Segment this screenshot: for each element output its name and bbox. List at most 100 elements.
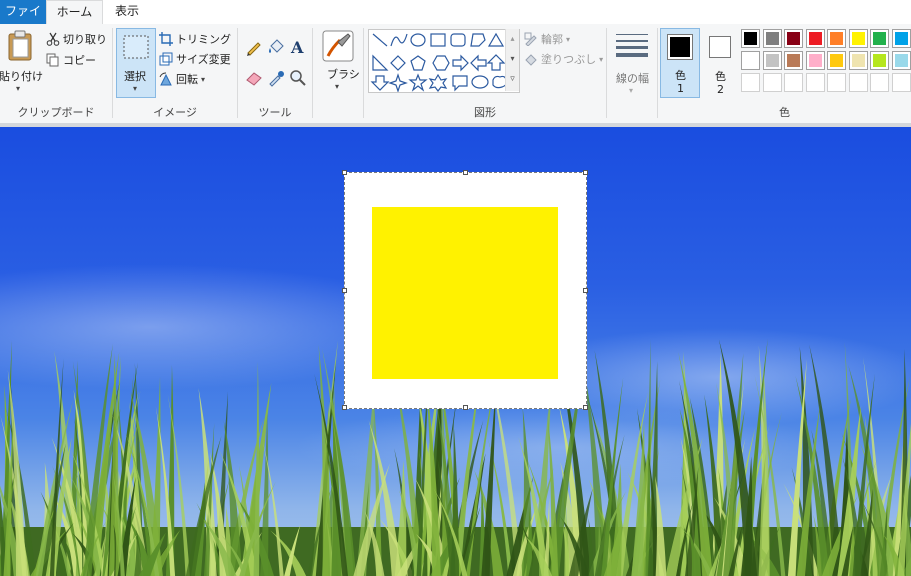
size-label: 線の幅 bbox=[616, 72, 649, 85]
resize-icon bbox=[159, 52, 173, 66]
select-button[interactable]: 選択 ▾ bbox=[116, 28, 156, 98]
yellow-rectangle[interactable] bbox=[372, 207, 558, 379]
palette-swatch[interactable] bbox=[848, 51, 868, 70]
size-dropdown-icon[interactable]: ▾ bbox=[629, 86, 633, 95]
palette-swatch[interactable] bbox=[784, 51, 803, 70]
image-group-label: イメージ bbox=[153, 106, 197, 119]
six-point-star-shape-icon bbox=[428, 73, 448, 92]
text-icon[interactable]: A bbox=[289, 38, 307, 56]
scroll-up-icon[interactable]: ▴ bbox=[506, 29, 519, 49]
rectangle-callout-shape-icon bbox=[452, 75, 468, 92]
palette-swatch[interactable] bbox=[827, 73, 846, 92]
fill-bucket-icon[interactable] bbox=[267, 38, 285, 56]
palette-swatch[interactable] bbox=[741, 51, 760, 70]
palette-swatch-color bbox=[894, 32, 908, 45]
rotate-button[interactable]: 回転 ▾ bbox=[159, 69, 205, 89]
rotate-dropdown-icon[interactable]: ▾ bbox=[201, 75, 205, 84]
magnifier-icon[interactable] bbox=[289, 69, 307, 87]
palette-swatch[interactable] bbox=[891, 29, 911, 48]
workspace bbox=[0, 127, 911, 576]
palette-swatch[interactable] bbox=[805, 51, 825, 70]
outline-dropdown-icon[interactable]: ▾ bbox=[566, 35, 570, 44]
tab-view[interactable]: 表示 bbox=[104, 0, 150, 24]
palette-swatch[interactable] bbox=[741, 29, 760, 48]
palette-swatch[interactable] bbox=[805, 73, 825, 92]
copy-button[interactable]: コピー bbox=[46, 50, 96, 70]
resize-handle-bottom-left[interactable] bbox=[342, 405, 347, 410]
palette-swatch[interactable] bbox=[762, 29, 782, 48]
copy-icon bbox=[46, 53, 59, 67]
cut-button[interactable]: 切り取り bbox=[46, 29, 107, 49]
select-label: 選択 bbox=[124, 70, 146, 83]
palette-swatch[interactable] bbox=[848, 73, 868, 92]
line-width-icon bbox=[616, 34, 648, 57]
palette-swatch[interactable] bbox=[891, 73, 911, 92]
crop-button[interactable]: トリミング bbox=[159, 29, 231, 49]
right-triangle-shape-icon bbox=[372, 54, 389, 71]
tab-home[interactable]: ホーム bbox=[46, 0, 103, 26]
resize-handle-left[interactable] bbox=[342, 288, 347, 293]
menu-tabs: ファイル ホーム 表示 bbox=[0, 0, 911, 41]
scroll-down-icon[interactable]: ▾ bbox=[506, 49, 519, 69]
palette-swatch[interactable] bbox=[741, 73, 760, 92]
palette-swatch-color bbox=[765, 32, 779, 45]
outline-pen-icon bbox=[524, 32, 537, 46]
tab-file[interactable]: ファイル bbox=[0, 0, 46, 41]
resize-button[interactable]: サイズ変更 bbox=[159, 49, 231, 69]
pentagon-shape-icon bbox=[410, 55, 426, 71]
outline-button[interactable]: 輪郭 ▾ bbox=[524, 29, 570, 49]
fill-button[interactable]: 塗りつぶし ▾ bbox=[524, 49, 603, 69]
paste-dropdown-icon[interactable]: ▾ bbox=[16, 84, 20, 93]
palette-swatch[interactable] bbox=[827, 29, 846, 48]
brushes-button[interactable]: ブラシ ▾ bbox=[318, 28, 360, 98]
resize-handle-right[interactable] bbox=[583, 288, 588, 293]
pencil-icon[interactable] bbox=[245, 38, 263, 56]
palette-swatch[interactable] bbox=[827, 51, 846, 70]
palette-swatch[interactable] bbox=[762, 51, 782, 70]
color2-button[interactable]: 色 2 bbox=[703, 28, 737, 98]
select-dropdown-icon[interactable]: ▾ bbox=[133, 84, 137, 93]
fill-dropdown-icon[interactable]: ▾ bbox=[599, 55, 603, 64]
color1-number: 1 bbox=[677, 82, 684, 95]
palette-swatch[interactable] bbox=[784, 73, 803, 92]
crop-icon bbox=[159, 32, 173, 46]
resize-handle-bottom-right[interactable] bbox=[583, 405, 588, 410]
size-button[interactable]: 線の幅 ▾ bbox=[611, 28, 653, 98]
color1-button[interactable]: 色 1 bbox=[660, 28, 700, 98]
svg-text:A: A bbox=[290, 38, 304, 56]
shapes-gallery-scroll[interactable]: ▴ ▾ ▿ bbox=[505, 29, 519, 91]
resize-handle-top[interactable] bbox=[463, 170, 468, 175]
expand-gallery-icon[interactable]: ▿ bbox=[506, 69, 519, 89]
rectangle-shape-icon bbox=[430, 33, 446, 47]
arrow-right-shape-icon bbox=[452, 54, 469, 72]
palette-swatch[interactable] bbox=[848, 29, 868, 48]
fill-label: 塗りつぶし bbox=[541, 53, 597, 66]
drawing-canvas[interactable] bbox=[342, 170, 588, 410]
clipboard-icon bbox=[8, 30, 32, 61]
palette-swatch[interactable] bbox=[891, 51, 911, 70]
oval-callout-shape-icon bbox=[471, 75, 489, 89]
brush-icon bbox=[322, 30, 354, 62]
resize-handle-top-right[interactable] bbox=[583, 170, 588, 175]
palette-swatch-color bbox=[808, 32, 822, 45]
brushes-dropdown-icon[interactable]: ▾ bbox=[335, 82, 339, 91]
palette-swatch-color bbox=[830, 32, 843, 45]
resize-handle-bottom[interactable] bbox=[463, 405, 468, 410]
rotate-label: 回転 bbox=[176, 73, 198, 86]
polygon-shape-icon bbox=[470, 33, 486, 47]
eraser-icon[interactable] bbox=[245, 69, 263, 87]
palette-swatch[interactable] bbox=[870, 29, 889, 48]
shapes-gallery[interactable] bbox=[368, 29, 520, 93]
palette-swatch-color bbox=[851, 54, 865, 67]
palette-swatch[interactable] bbox=[870, 51, 889, 70]
palette-swatch[interactable] bbox=[784, 29, 803, 48]
palette-swatch[interactable] bbox=[870, 73, 889, 92]
brushes-group: ブラシ ▾ bbox=[313, 24, 363, 123]
palette-swatch[interactable] bbox=[805, 29, 825, 48]
color-picker-icon[interactable] bbox=[267, 69, 285, 87]
resize-handle-top-left[interactable] bbox=[342, 170, 347, 175]
paste-button[interactable]: 貼り付け ▾ bbox=[0, 28, 43, 98]
five-point-star-shape-icon bbox=[408, 73, 428, 92]
palette-swatch[interactable] bbox=[762, 73, 782, 92]
shapes-group: ▴ ▾ ▿ 輪郭 ▾ 塗りつぶし ▾ 図形 bbox=[364, 24, 606, 123]
